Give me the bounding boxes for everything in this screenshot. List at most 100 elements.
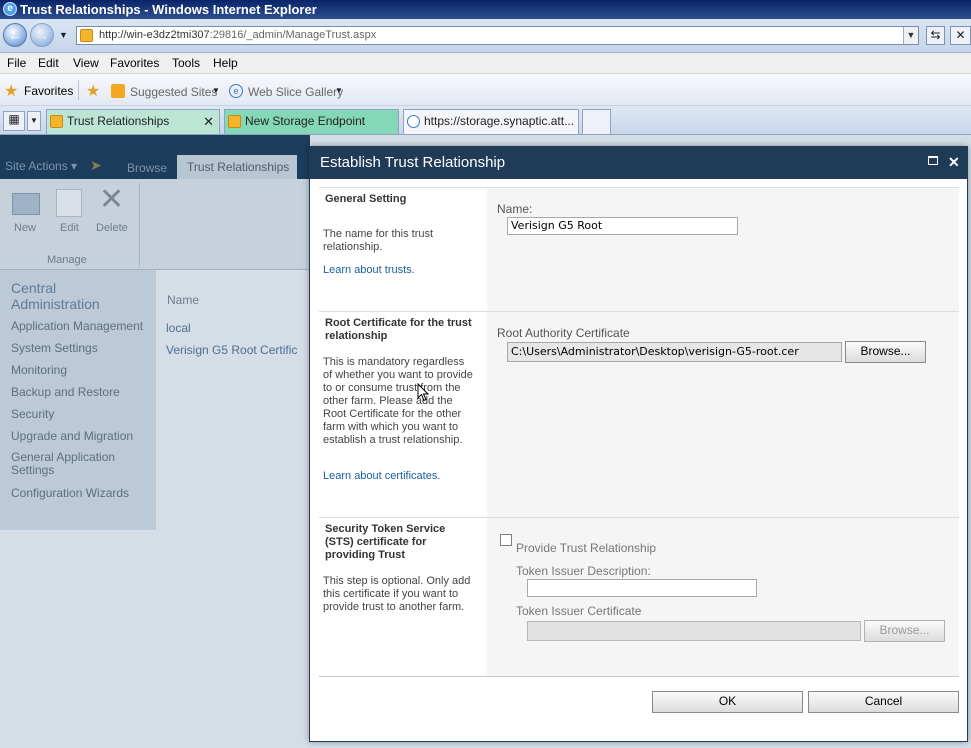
- sts-desc: This step is optional. Only add this cer…: [323, 575, 471, 613]
- ribbon-tab-browse[interactable]: Browse: [127, 161, 167, 175]
- tab-new-storage-endpoint[interactable]: New Storage Endpoint: [224, 109, 399, 134]
- leftnav-title[interactable]: Central Administration: [11, 280, 141, 312]
- tab-favicon-icon: [50, 115, 63, 128]
- site-actions-label: Site Actions: [5, 159, 68, 173]
- leftnav-configuration-wizards[interactable]: Configuration Wizards: [11, 486, 129, 500]
- menu-edit[interactable]: Edit: [38, 56, 59, 70]
- favorites-star-icon: ★: [4, 83, 19, 100]
- menu-help[interactable]: Help: [213, 56, 238, 70]
- learn-about-certificates-link[interactable]: Learn about certificates.: [323, 470, 440, 482]
- close-dialog-icon[interactable]: ✕: [948, 146, 960, 179]
- leftnav-system-settings[interactable]: System Settings: [11, 341, 98, 355]
- dialog-footer-divider: [319, 676, 959, 677]
- tab-trust-relationships[interactable]: Trust Relationships ✕: [46, 109, 220, 134]
- compatibility-view-icon[interactable]: ⇆: [926, 26, 945, 45]
- url-prefix: http://win-e3dz2tmi307: [99, 29, 210, 41]
- root-cert-browse-button[interactable]: Browse...: [845, 341, 926, 363]
- provide-trust-label: Provide Trust Relationship: [516, 541, 657, 555]
- tab-label: https://storage.synaptic.att...: [424, 114, 575, 128]
- suggested-sites-icon: [111, 84, 125, 98]
- leftnav-monitoring[interactable]: Monitoring: [11, 363, 67, 377]
- favorites-button[interactable]: Favorites: [24, 84, 73, 98]
- left-navigation: Central Administration Application Manag…: [0, 270, 156, 530]
- root-cert-desc: This is mandatory regardless of whether …: [323, 356, 473, 446]
- navigation-bar: ← → ▼ http://win-e3dz2tmi307:29816/_admi…: [0, 19, 971, 53]
- quick-tabs-icon[interactable]: ▦: [3, 111, 25, 131]
- name-input[interactable]: Verisign G5 Root: [507, 217, 738, 235]
- tab-ie-page-icon: [407, 115, 420, 128]
- ribbon-tab-trust-relationships[interactable]: Trust Relationships: [177, 155, 297, 179]
- maximize-icon[interactable]: [928, 156, 938, 165]
- tab-favicon-icon: [228, 115, 241, 128]
- ie-logo-icon: e: [3, 2, 17, 16]
- token-issuer-description-label: Token Issuer Description:: [516, 564, 651, 578]
- favorites-bar: ★ Favorites ★ Suggested Sites ▼ e Web Sl…: [0, 74, 971, 106]
- site-actions-menu[interactable]: Site Actions ▾: [5, 159, 77, 173]
- url-rest: :29816/_admin/ManageTrust.aspx: [209, 29, 377, 41]
- delete-button[interactable]: Delete: [96, 222, 128, 234]
- provide-trust-checkbox[interactable]: [500, 534, 512, 546]
- menu-bar: File Edit View Favorites Tools Help: [0, 53, 971, 74]
- suggested-sites-link[interactable]: Suggested Sites: [130, 85, 217, 99]
- tab-list-dropdown-icon[interactable]: ▼: [27, 111, 41, 131]
- address-dropdown-icon[interactable]: ▼: [903, 27, 918, 44]
- dialog-title: Establish Trust Relationship: [320, 154, 506, 171]
- tab-bar: ▦ ▼ Trust Relationships ✕ New Storage En…: [0, 106, 971, 135]
- add-to-favorites-icon[interactable]: ★: [86, 81, 100, 101]
- suggested-sites-dropdown-icon[interactable]: ▼: [212, 86, 220, 95]
- leftnav-general-app-settings[interactable]: General Application Settings: [11, 451, 141, 477]
- recent-pages-dropdown-icon[interactable]: ▼: [59, 30, 68, 40]
- menu-favorites[interactable]: Favorites: [110, 56, 159, 70]
- menu-tools[interactable]: Tools: [172, 56, 200, 70]
- leftnav-application-management[interactable]: Application Management: [11, 319, 143, 333]
- general-setting-right: [487, 188, 959, 311]
- page-favicon-icon: [80, 29, 93, 42]
- window-title: Trust Relationships - Windows Internet E…: [20, 2, 317, 17]
- edit-button[interactable]: Edit: [60, 222, 79, 234]
- name-label: Name:: [497, 202, 533, 216]
- tab-label: Trust Relationships: [67, 114, 170, 128]
- leftnav-security[interactable]: Security: [11, 407, 54, 421]
- token-issuer-browse-button[interactable]: Browse...: [864, 620, 945, 642]
- leftnav-backup-restore[interactable]: Backup and Restore: [11, 385, 120, 399]
- menu-view[interactable]: View: [73, 56, 99, 70]
- window-title-bar: e Trust Relationships - Windows Internet…: [0, 0, 971, 19]
- back-button[interactable]: ←: [3, 23, 27, 47]
- edit-icon: [56, 189, 82, 217]
- general-setting-title: General Setting: [325, 193, 407, 205]
- general-setting-desc: The name for this trust relationship.: [323, 228, 434, 253]
- web-slice-dropdown-icon[interactable]: ▼: [335, 86, 343, 95]
- new-tab-button[interactable]: [582, 109, 611, 134]
- mouse-cursor-icon: [417, 383, 429, 402]
- cancel-button[interactable]: Cancel: [808, 691, 959, 713]
- root-certificate-path-input[interactable]: C:\Users\Administrator\Desktop\verisign-…: [507, 342, 842, 362]
- token-issuer-certificate-label: Token Issuer Certificate: [516, 604, 642, 618]
- ribbon-body: New Edit ✕ Delete Manage: [0, 179, 310, 270]
- new-icon: [12, 193, 40, 215]
- web-slice-gallery-link[interactable]: Web Slice Gallery: [248, 85, 343, 99]
- token-issuer-certificate-input[interactable]: [527, 621, 861, 641]
- list-item-local[interactable]: local: [166, 321, 191, 335]
- ok-button[interactable]: OK: [652, 691, 803, 713]
- navigate-up-icon[interactable]: ➤: [90, 157, 102, 174]
- ribbon-group-manage: Manage: [47, 254, 87, 266]
- root-cert-title: Root Certificate for the trust relations…: [325, 317, 472, 342]
- tab-storage-synaptic[interactable]: https://storage.synaptic.att...: [403, 109, 579, 134]
- sts-title: Security Token Service (STS) certificate…: [325, 523, 446, 561]
- address-bar[interactable]: http://win-e3dz2tmi307:29816/_admin/Mana…: [76, 26, 919, 45]
- forward-button[interactable]: →: [30, 23, 54, 47]
- ribbon-tab-bar: Site Actions ▾ ➤ Browse Trust Relationsh…: [0, 135, 310, 179]
- list-column-header-name[interactable]: Name: [167, 293, 199, 307]
- menu-file[interactable]: File: [7, 56, 26, 70]
- learn-about-trusts-link[interactable]: Learn about trusts.: [323, 264, 415, 276]
- favorites-divider: [78, 80, 79, 100]
- stop-icon[interactable]: ✕: [950, 26, 971, 45]
- leftnav-upgrade-migration[interactable]: Upgrade and Migration: [11, 429, 133, 443]
- list-item-verisign[interactable]: Verisign G5 Root Certific: [166, 343, 308, 357]
- close-tab-icon[interactable]: ✕: [203, 110, 214, 133]
- token-issuer-description-input[interactable]: [527, 579, 757, 597]
- tab-label: New Storage Endpoint: [245, 114, 366, 128]
- new-button[interactable]: New: [14, 222, 36, 234]
- ribbon-divider: [139, 183, 140, 267]
- dialog-title-bar: Establish Trust Relationship ✕: [309, 146, 968, 179]
